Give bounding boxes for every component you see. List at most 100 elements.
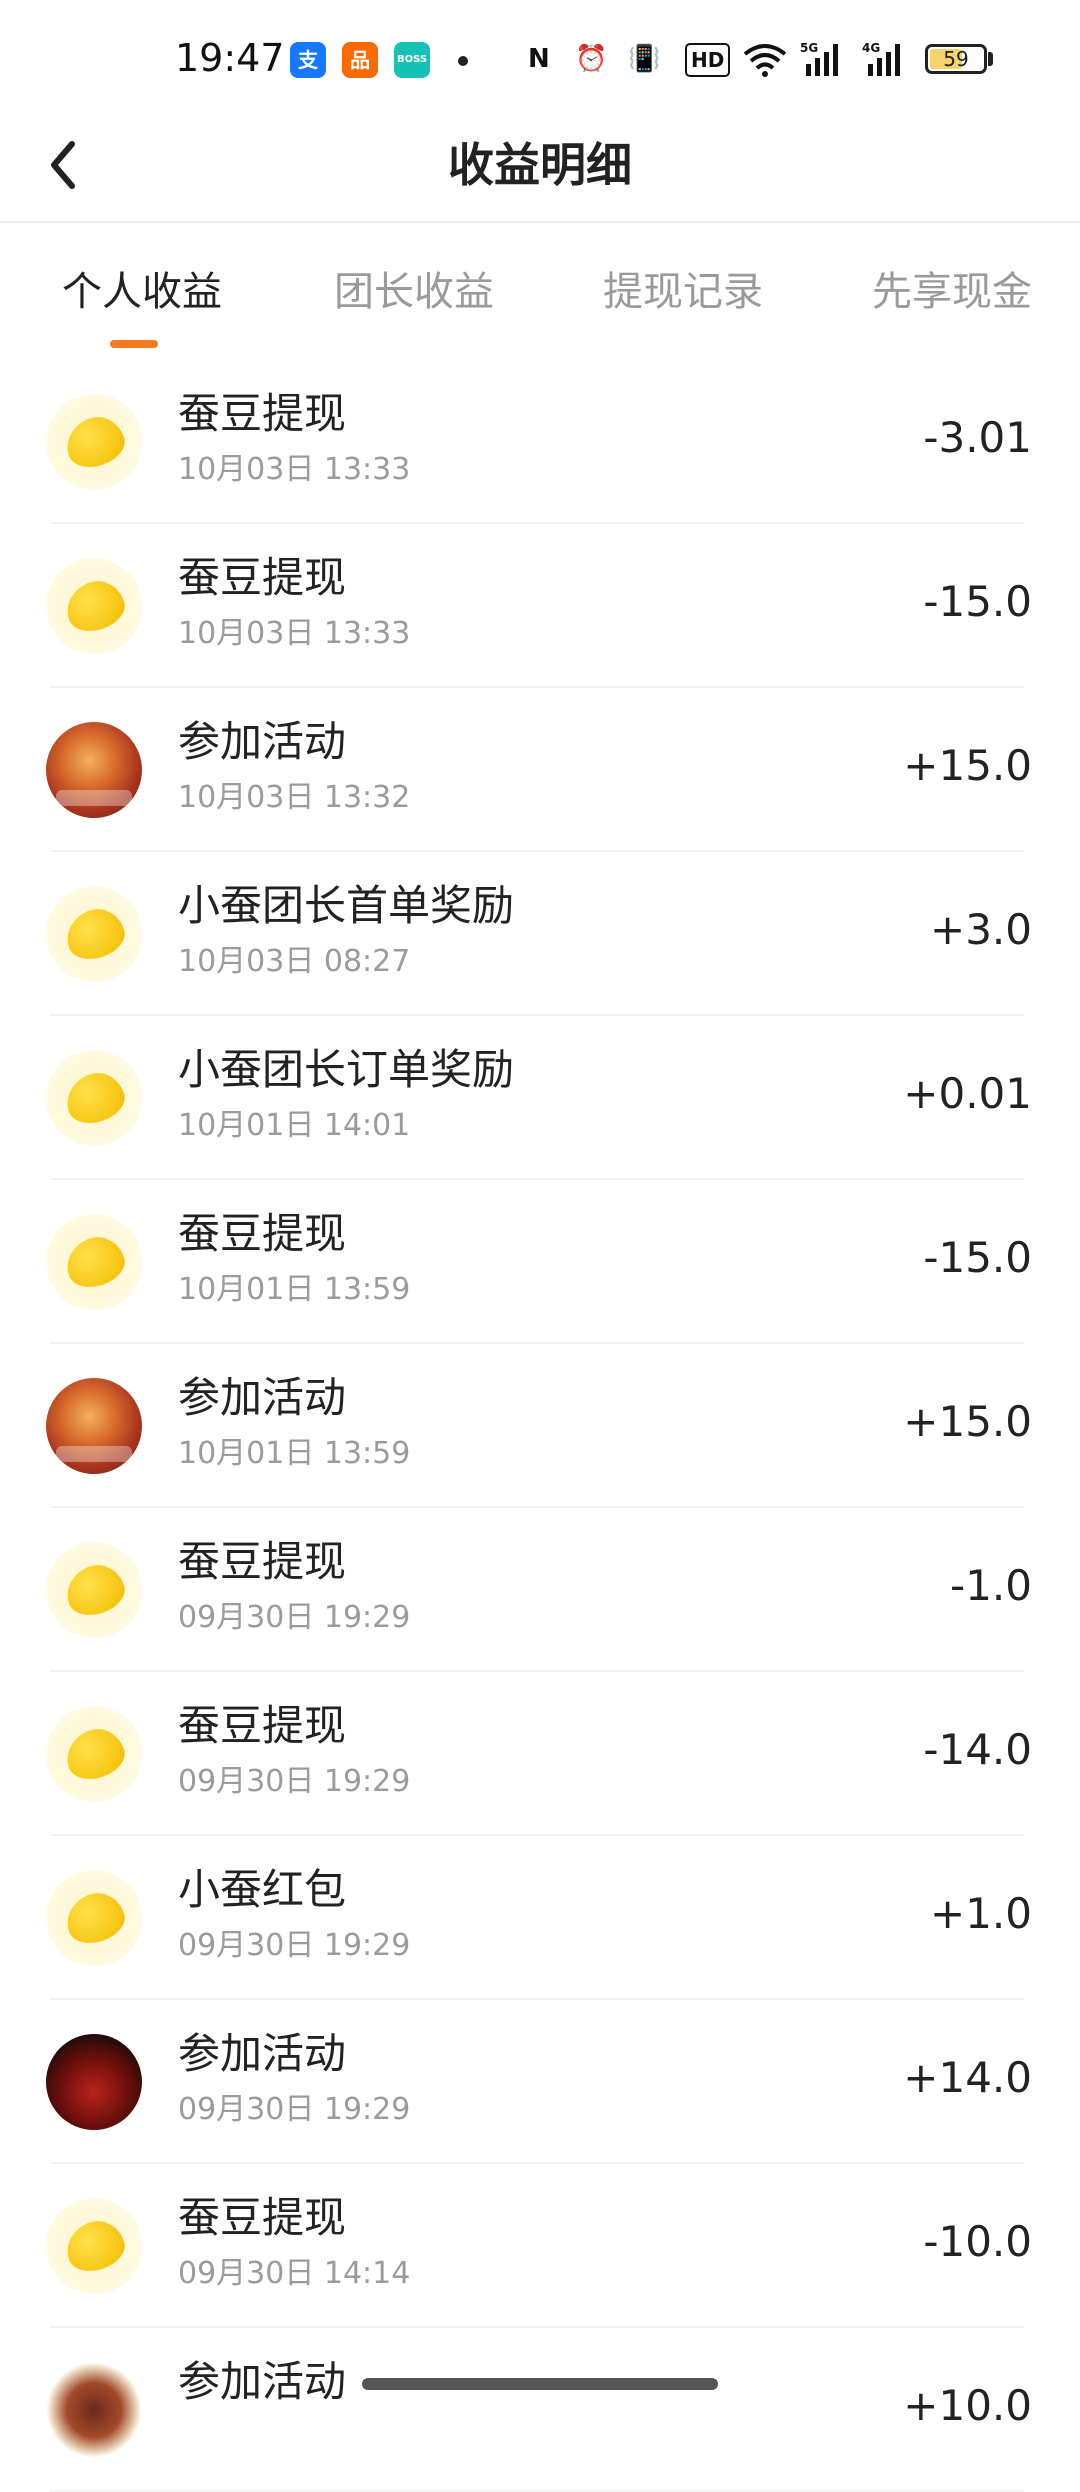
- bean-shape: [60, 574, 130, 638]
- bean-shape: [60, 1886, 130, 1950]
- list-item[interactable]: 蚕豆提现 09月30日 19:29 -14.0: [0, 1672, 1080, 1836]
- record-label: 蚕豆提现: [178, 389, 347, 438]
- active-tab-indicator: [110, 340, 158, 348]
- record-time: 09月30日 19:29: [178, 1764, 411, 1799]
- record-time: 09月30日 14:14: [178, 2256, 411, 2291]
- record-time: 10月03日 13:33: [178, 616, 411, 651]
- record-label: 参加活动: [178, 2357, 347, 2406]
- record-amount: -1.0: [950, 1561, 1032, 1610]
- list-item[interactable]: 小蚕团长首单奖励 10月03日 08:27 +3.0: [0, 852, 1080, 1016]
- record-label: 蚕豆提现: [178, 1701, 347, 1750]
- tab-pre-cash[interactable]: 先享现金: [872, 262, 1032, 322]
- bean-shape: [60, 902, 130, 966]
- record-label: 小蚕团长订单奖励: [178, 1045, 515, 1094]
- status-time: 19:47: [175, 36, 285, 80]
- bean-shape: [60, 2214, 130, 2278]
- wifi-icon: [743, 40, 787, 78]
- battery-tip: [988, 52, 993, 66]
- status-bar: 19:47 支 品 BOSS N ⏰ 📳 HD 5G 4G 59: [0, 0, 1080, 100]
- bean-shape: [60, 1722, 130, 1786]
- svg-text:4G: 4G: [862, 41, 880, 55]
- record-amount: -3.01: [923, 413, 1032, 462]
- nfc-icon: N: [528, 44, 550, 74]
- list-item[interactable]: 参加活动 +10.0: [0, 2328, 1080, 2492]
- record-label: 蚕豆提现: [178, 553, 347, 602]
- record-time: 10月01日 13:59: [178, 1272, 411, 1307]
- boss-icon: BOSS: [394, 42, 430, 78]
- record-amount: +3.0: [930, 905, 1032, 954]
- alarm-icon: ⏰: [575, 44, 608, 74]
- list-item[interactable]: 蚕豆提现 10月03日 13:33 -15.0: [0, 524, 1080, 688]
- tab-personal-earnings[interactable]: 个人收益: [62, 262, 222, 322]
- record-time: 09月30日 19:29: [178, 1600, 411, 1635]
- record-label: 参加活动: [178, 2029, 347, 2078]
- bean-avatar-icon: [46, 1050, 142, 1146]
- list-item[interactable]: 蚕豆提现 09月30日 14:14 -10.0: [0, 2164, 1080, 2328]
- record-time: 10月03日 08:27: [178, 944, 411, 979]
- record-label: 蚕豆提现: [178, 2193, 347, 2242]
- record-amount: -10.0: [923, 2217, 1032, 2266]
- record-amount: +0.01: [903, 1069, 1032, 1118]
- bean-avatar-icon: [46, 1214, 142, 1310]
- record-time: 10月01日 14:01: [178, 1108, 411, 1143]
- record-time: 09月30日 19:29: [178, 1928, 411, 1963]
- svg-text:5G: 5G: [800, 41, 818, 55]
- header-divider: [0, 221, 1080, 223]
- vibrate-icon: 📳: [628, 44, 661, 74]
- bean-avatar-icon: [46, 2198, 142, 2294]
- bean-shape: [60, 1558, 130, 1622]
- record-time: 10月03日 13:32: [178, 780, 411, 815]
- battery-level: 59: [943, 47, 969, 71]
- bean-avatar-icon: [46, 1542, 142, 1638]
- bean-avatar-icon: [46, 1870, 142, 1966]
- battery-icon: 59: [925, 44, 987, 74]
- alipay-icon: 支: [290, 42, 326, 78]
- list-item[interactable]: 参加活动 10月03日 13:32 +15.0: [0, 688, 1080, 852]
- bean-shape: [60, 1066, 130, 1130]
- record-label: 参加活动: [178, 717, 347, 766]
- list-item[interactable]: 参加活动 09月30日 19:29 +14.0: [0, 2000, 1080, 2164]
- activity-avatar: [46, 722, 142, 818]
- list-item[interactable]: 蚕豆提现 10月01日 13:59 -15.0: [0, 1180, 1080, 1344]
- bean-shape: [60, 1230, 130, 1294]
- activity-avatar: [46, 1378, 142, 1474]
- tab-withdraw-records[interactable]: 提现记录: [603, 262, 763, 322]
- taobao-icon: 品: [342, 42, 378, 78]
- activity-avatar: [46, 2362, 142, 2458]
- signal-4g-icon: 4G: [862, 40, 910, 78]
- record-amount: +10.0: [903, 2381, 1032, 2430]
- list-item[interactable]: 小蚕红包 09月30日 19:29 +1.0: [0, 1836, 1080, 2000]
- tab-bar: 个人收益 团长收益 提现记录 先享现金: [0, 250, 1080, 360]
- bean-avatar-icon: [46, 1706, 142, 1802]
- page-title: 收益明细: [448, 138, 632, 192]
- page-header: 收益明细: [0, 110, 1080, 220]
- bean-avatar-icon: [46, 394, 142, 490]
- record-amount: +15.0: [903, 741, 1032, 790]
- activity-avatar: [46, 2034, 142, 2130]
- record-label: 小蚕红包: [178, 1865, 347, 1914]
- record-amount: -15.0: [923, 1233, 1032, 1282]
- record-label: 参加活动: [178, 1373, 347, 1422]
- record-amount: -14.0: [923, 1725, 1032, 1774]
- record-amount: +1.0: [930, 1889, 1032, 1938]
- list-item[interactable]: 蚕豆提现 09月30日 19:29 -1.0: [0, 1508, 1080, 1672]
- list-item[interactable]: 蚕豆提现 10月03日 13:33 -3.01: [0, 360, 1080, 524]
- list-item[interactable]: 参加活动 10月01日 13:59 +15.0: [0, 1344, 1080, 1508]
- tab-leader-earnings[interactable]: 团长收益: [334, 262, 494, 322]
- record-label: 小蚕团长首单奖励: [178, 881, 515, 930]
- bean-avatar-icon: [46, 886, 142, 982]
- record-time: 10月03日 13:33: [178, 452, 411, 487]
- list-item[interactable]: 小蚕团长订单奖励 10月01日 14:01 +0.01: [0, 1016, 1080, 1180]
- record-amount: +15.0: [903, 1397, 1032, 1446]
- record-amount: +14.0: [903, 2053, 1032, 2102]
- record-label: 蚕豆提现: [178, 1209, 347, 1258]
- home-indicator[interactable]: [362, 2378, 718, 2390]
- signal-5g-icon: 5G: [800, 40, 848, 78]
- record-label: 蚕豆提现: [178, 1537, 347, 1586]
- bean-avatar-icon: [46, 558, 142, 654]
- record-time: 10月01日 13:59: [178, 1436, 411, 1471]
- record-time: 09月30日 19:29: [178, 2092, 411, 2127]
- notification-dot-icon: [458, 56, 468, 66]
- hd-icon: HD: [685, 43, 731, 77]
- bean-shape: [60, 410, 130, 474]
